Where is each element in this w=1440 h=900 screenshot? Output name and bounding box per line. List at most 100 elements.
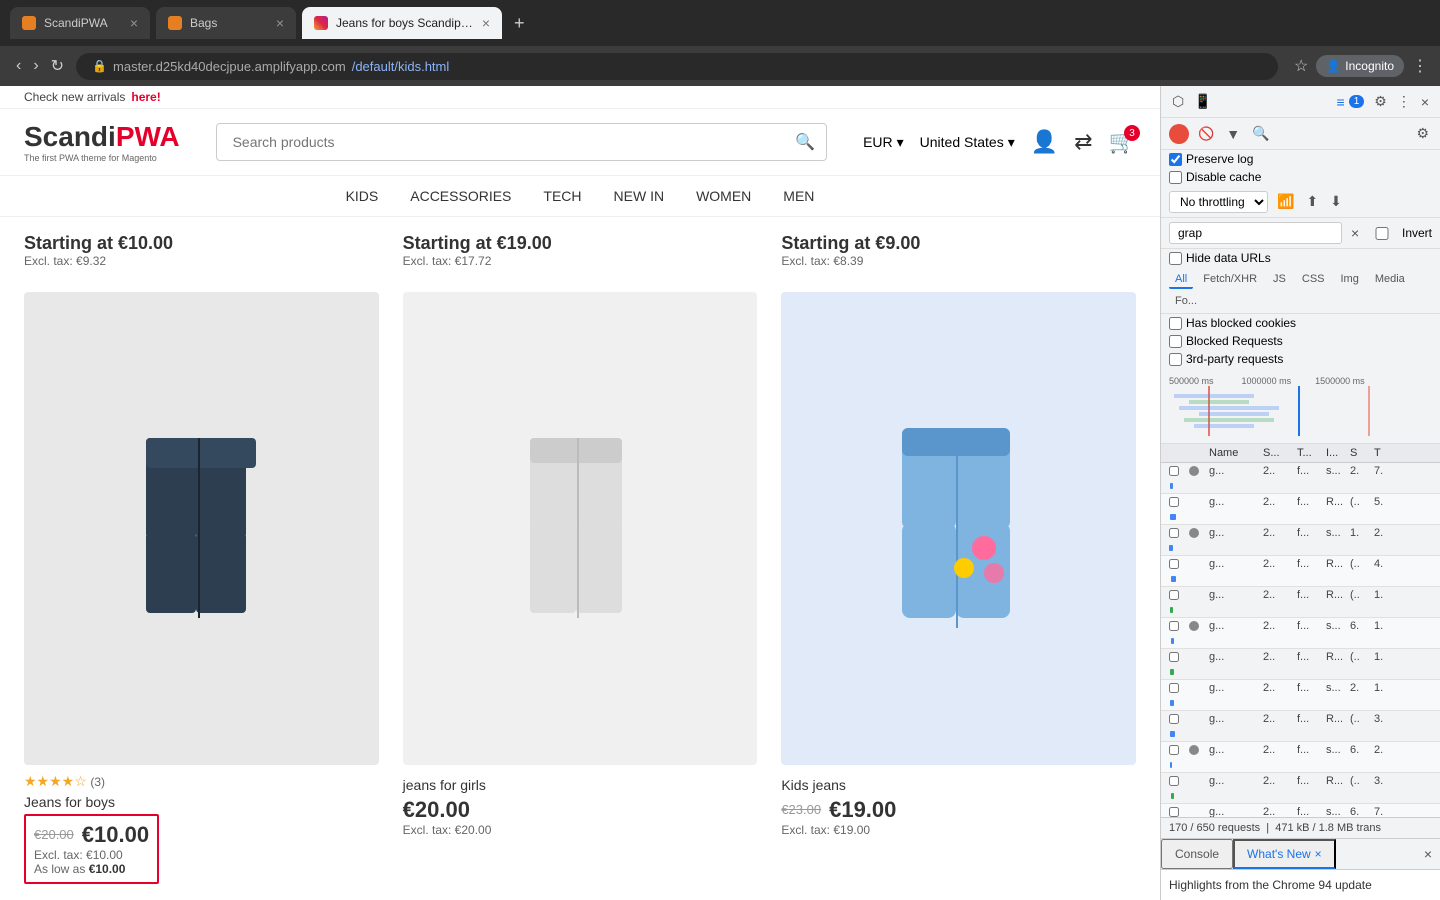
request-row-8[interactable]: g... 2.. f... s... 2. 1. [1161, 680, 1440, 711]
star-icons-1: ★★★★☆ [24, 773, 87, 789]
request-row-12[interactable]: g... 2.. f... s... 6. 7. [1161, 804, 1440, 817]
price-row-1: €20.00 €10.00 [34, 822, 149, 848]
devtools-cursor-icon[interactable]: ⬡ [1169, 90, 1187, 113]
tab-3-favicon [314, 16, 328, 30]
logo-area[interactable]: ScandiPWA The first PWA theme for Magent… [24, 121, 180, 163]
product-info-1: ★★★★☆ (3) Jeans for boys €20.00 €10.00 E… [24, 765, 379, 892]
back-button[interactable]: ‹ [12, 52, 25, 80]
console-tab[interactable]: Console [1161, 839, 1233, 869]
transfer-size: 471 kB / 1.8 MB trans [1275, 822, 1381, 834]
whatsnew-tab[interactable]: What's New × [1233, 839, 1336, 869]
blocked-requests-checkbox[interactable] [1169, 335, 1182, 348]
search-input[interactable] [216, 123, 827, 161]
filter-input[interactable] [1169, 222, 1342, 244]
filter-tab-all[interactable]: All [1169, 271, 1193, 289]
request-row-1[interactable]: g... 2.. f... s... 2. 7. [1161, 463, 1440, 494]
filter-tab-fetch[interactable]: Fetch/XHR [1197, 271, 1263, 289]
whatsnew-close[interactable]: × [1315, 847, 1322, 861]
hide-data-urls-label[interactable]: Hide data URLs [1186, 251, 1271, 265]
product-card-2[interactable]: jeans for girls €20.00 Excl. tax: €20.00 [403, 292, 758, 892]
wifi-icon[interactable]: 📶 [1274, 190, 1297, 213]
devtools-more-icon[interactable]: ⋮ [1394, 90, 1414, 113]
request-row-2[interactable]: g... 2.. f... R... (.. 5. [1161, 494, 1440, 525]
menu-button[interactable]: ⋮ [1412, 56, 1428, 76]
request-row-10[interactable]: g... 2.. f... s... 6. 2. [1161, 742, 1440, 773]
devtools-settings-icon[interactable]: ⚙ [1371, 90, 1390, 113]
col-type: T... [1297, 447, 1322, 459]
product-card-1[interactable]: ★★★★☆ (3) Jeans for boys €20.00 €10.00 E… [24, 292, 379, 892]
third-party-label[interactable]: 3rd-party requests [1186, 352, 1283, 366]
nav-accessories[interactable]: ACCESSORIES [410, 188, 511, 204]
bookmark-button[interactable]: ☆ [1294, 56, 1308, 76]
requests-count: 170 / 650 requests [1169, 822, 1260, 834]
new-tab-button[interactable]: + [514, 13, 525, 34]
address-bar[interactable]: 🔒 master.d25kd40decjpue.amplifyapp.com /… [76, 53, 1278, 80]
disable-cache-label[interactable]: Disable cache [1186, 170, 1261, 184]
preserve-log-checkbox[interactable] [1169, 153, 1182, 166]
current-price-1: €10.00 [82, 822, 149, 848]
devtools-device-icon[interactable]: 📱 [1191, 90, 1214, 113]
blocked-requests-label[interactable]: Blocked Requests [1186, 334, 1283, 348]
devtools-network-tab[interactable]: ≡ 1 [1334, 91, 1368, 113]
preserve-log-label[interactable]: Preserve log [1186, 152, 1253, 166]
review-count-1: (3) [90, 775, 105, 789]
search-requests-icon[interactable]: 🔍 [1249, 122, 1272, 145]
region-selector[interactable]: United States ▾ [920, 134, 1015, 151]
filter-clear-icon[interactable]: × [1348, 222, 1362, 244]
request-row-5[interactable]: g... 2.. f... R... (.. 1. [1161, 587, 1440, 618]
nav-new-in[interactable]: NEW IN [614, 188, 665, 204]
currency-selector[interactable]: EUR ▾ [863, 134, 904, 151]
request-row-11[interactable]: g... 2.. f... R... (.. 3. [1161, 773, 1440, 804]
has-blocked-cookies-row: Has blocked cookies [1161, 314, 1440, 332]
cart-button[interactable]: 🛒 3 [1109, 129, 1136, 155]
filter-tab-fo[interactable]: Fo... [1169, 293, 1203, 309]
nav-women[interactable]: WOMEN [696, 188, 751, 204]
tab-3[interactable]: Jeans for boys Scandipwa × [302, 7, 502, 39]
request-row-4[interactable]: g... 2.. f... R... (.. 4. [1161, 556, 1440, 587]
reload-button[interactable]: ↻ [47, 52, 68, 80]
product-card-3[interactable]: Kids jeans €23.00 €19.00 Excl. tax: €19.… [781, 292, 1136, 892]
tab-1-close[interactable]: × [130, 15, 138, 31]
clear-button[interactable]: 🚫 [1195, 123, 1217, 145]
record-button[interactable] [1169, 124, 1189, 144]
request-row-7[interactable]: g... 2.. f... R... (.. 1. [1161, 649, 1440, 680]
account-button[interactable]: 👤 [1031, 129, 1058, 155]
download-icon[interactable]: ⬇ [1327, 190, 1345, 213]
nav-men[interactable]: MEN [783, 188, 814, 204]
incognito-button[interactable]: 👤 Incognito [1316, 55, 1404, 77]
upload-icon[interactable]: ⬆ [1303, 190, 1321, 213]
filter-tab-img[interactable]: Img [1335, 271, 1365, 289]
fetch-filter-icon[interactable]: ▼ [1223, 123, 1243, 145]
has-blocked-cookies-label[interactable]: Has blocked cookies [1186, 316, 1296, 330]
tab-1[interactable]: ScandiPWA × [10, 7, 150, 39]
has-blocked-cookies-checkbox[interactable] [1169, 317, 1182, 330]
price-highlight-box: €20.00 €10.00 Excl. tax: €10.00 As low a… [24, 814, 159, 884]
hide-data-urls-checkbox[interactable] [1169, 252, 1182, 265]
invert-checkbox[interactable] [1368, 227, 1396, 240]
forward-button[interactable]: › [29, 52, 42, 80]
request-row-3[interactable]: g... 2.. f... s... 1. 2. [1161, 525, 1440, 556]
request-row-6[interactable]: g... 2.. f... s... 6. 1. [1161, 618, 1440, 649]
tab-2[interactable]: Bags × [156, 7, 296, 39]
nav-buttons: ‹ › ↻ [12, 52, 68, 80]
devtools-settings-gear[interactable]: ⚙ [1413, 122, 1432, 145]
tab-3-close[interactable]: × [482, 15, 490, 31]
filter-tab-media[interactable]: Media [1369, 271, 1411, 289]
filter-tab-js[interactable]: JS [1267, 271, 1292, 289]
devtools-bottom-close[interactable]: × [1416, 839, 1440, 869]
disable-cache-checkbox[interactable] [1169, 171, 1182, 184]
third-party-checkbox[interactable] [1169, 353, 1182, 366]
compare-button[interactable]: ⇄ [1074, 129, 1092, 155]
announcement-link[interactable]: here! [131, 90, 160, 104]
product-name-1: Jeans for boys [24, 794, 379, 810]
tab-2-close[interactable]: × [276, 15, 284, 31]
throttle-select[interactable]: No throttling [1169, 191, 1268, 213]
request-row-9[interactable]: g... 2.. f... R... (.. 3. [1161, 711, 1440, 742]
invert-label[interactable]: Invert [1402, 226, 1432, 240]
devtools-close-icon[interactable]: × [1418, 91, 1432, 113]
nav-kids[interactable]: KIDS [346, 188, 379, 204]
nav-tech[interactable]: TECH [543, 188, 581, 204]
filter-tab-css[interactable]: CSS [1296, 271, 1331, 289]
disable-cache-row: Disable cache [1161, 168, 1440, 186]
col-name: Name [1209, 447, 1259, 459]
